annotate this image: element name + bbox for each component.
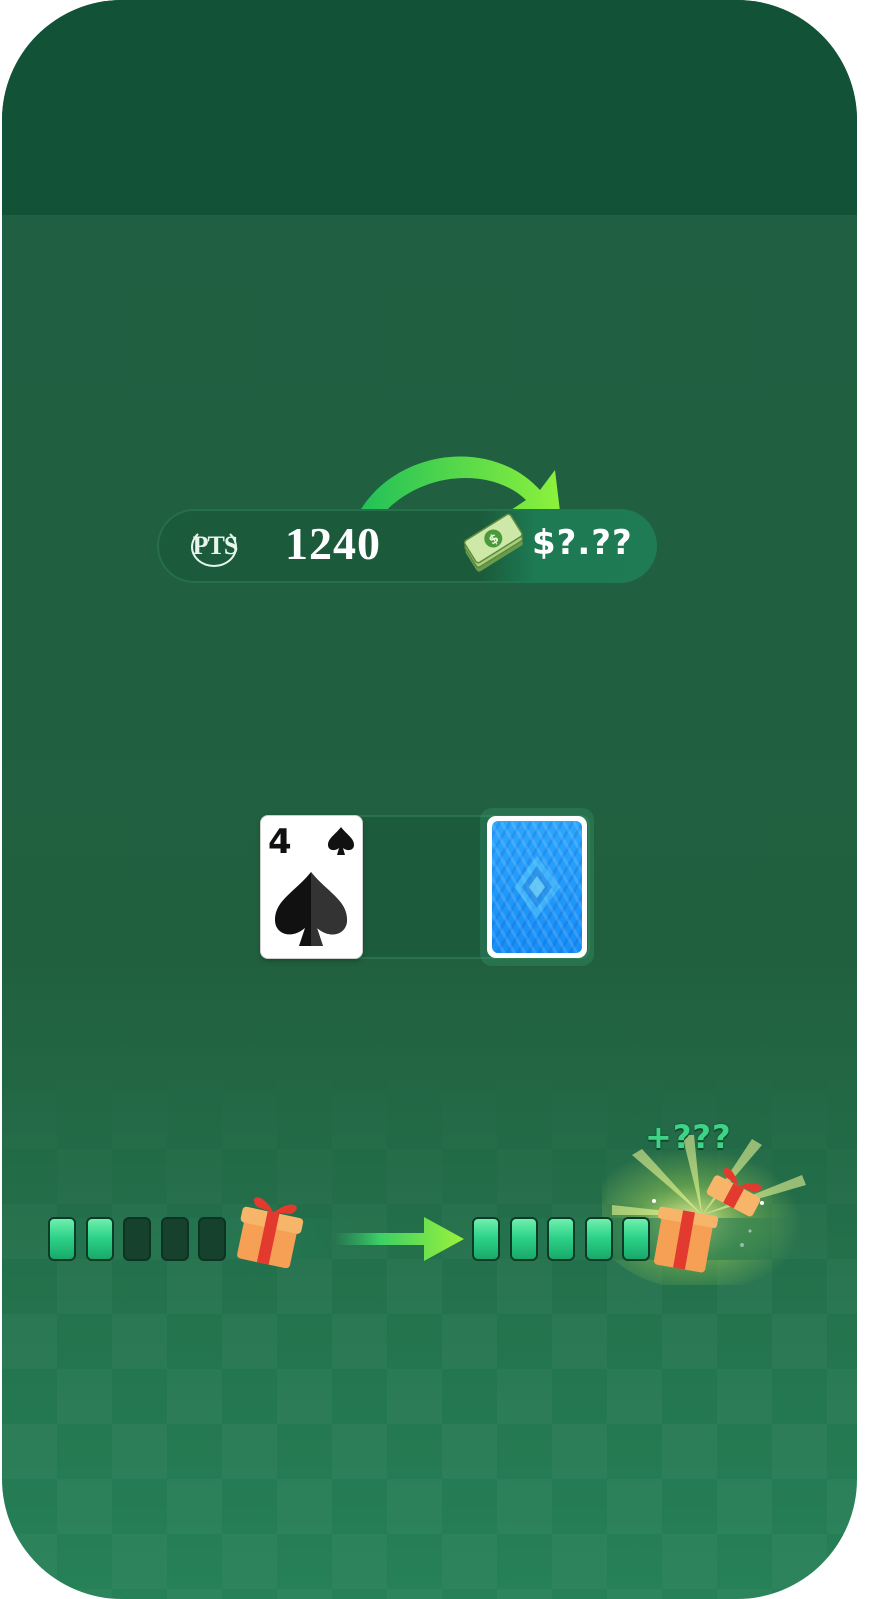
card-four-of-spades[interactable]: 4 — [261, 816, 362, 958]
game-screen: PTS 1240 $ $?.?? 4 +??? — [2, 0, 857, 1599]
open-gift-box-icon — [653, 1167, 762, 1273]
card-rank: 4 — [268, 822, 292, 862]
points-value: 1240 — [285, 518, 381, 569]
spade-large-icon — [275, 872, 347, 946]
progress-slot — [48, 1217, 76, 1261]
dollar-bills-icon: $ — [463, 513, 524, 572]
progress-slot — [472, 1217, 500, 1261]
face-down-card[interactable] — [487, 816, 587, 958]
arrow-right-icon — [334, 1217, 464, 1261]
gift-box-icon — [237, 1197, 304, 1268]
diamond-pattern-icon — [514, 856, 560, 918]
progress-slot — [123, 1217, 151, 1261]
spade-icon — [328, 827, 354, 855]
progress-slot — [510, 1217, 538, 1261]
points-bar: PTS 1240 $ $?.?? — [157, 509, 657, 583]
cash-value: $?.?? — [532, 523, 633, 563]
progress-slot — [547, 1217, 575, 1261]
pts-icon: PTS — [185, 527, 245, 567]
progress-slot — [585, 1217, 613, 1261]
reward-text: +??? — [645, 1118, 732, 1156]
progress-slot — [86, 1217, 114, 1261]
top-band — [2, 0, 857, 215]
progress-slot — [198, 1217, 226, 1261]
progress-slot — [161, 1217, 189, 1261]
pts-label: PTS — [192, 531, 239, 560]
